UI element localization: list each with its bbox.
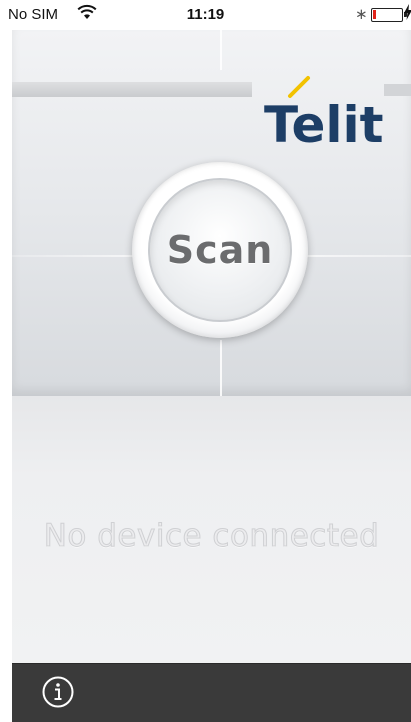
- device-status-panel: No device connected: [12, 396, 411, 663]
- battery-level: [373, 10, 376, 19]
- scan-panel: Telit Scan: [12, 30, 411, 396]
- bluetooth-icon: ∗: [355, 6, 368, 23]
- clock: 11:19: [186, 6, 225, 23]
- header-band: [12, 82, 252, 97]
- connection-status-text: No device connected: [43, 518, 380, 555]
- charging-bolt-icon: [404, 4, 411, 20]
- battery-icon: [371, 8, 407, 22]
- logo-text: Telit: [264, 96, 384, 148]
- telit-logo: Telit: [264, 76, 384, 148]
- tile-seam-vertical-top: [220, 30, 222, 70]
- info-icon[interactable]: [41, 675, 75, 709]
- left-gutter: [0, 30, 12, 722]
- scan-button[interactable]: Scan: [148, 178, 292, 322]
- bottom-toolbar: [12, 663, 411, 722]
- tile-seam-vertical-bottom: [220, 340, 222, 396]
- status-bar: No SIM 11:19 ∗: [0, 0, 411, 30]
- scan-button-ring: Scan: [132, 162, 308, 338]
- scan-button-label: Scan: [166, 228, 274, 272]
- app-screen: No SIM 11:19 ∗ Telit Scan No device conn…: [0, 0, 411, 722]
